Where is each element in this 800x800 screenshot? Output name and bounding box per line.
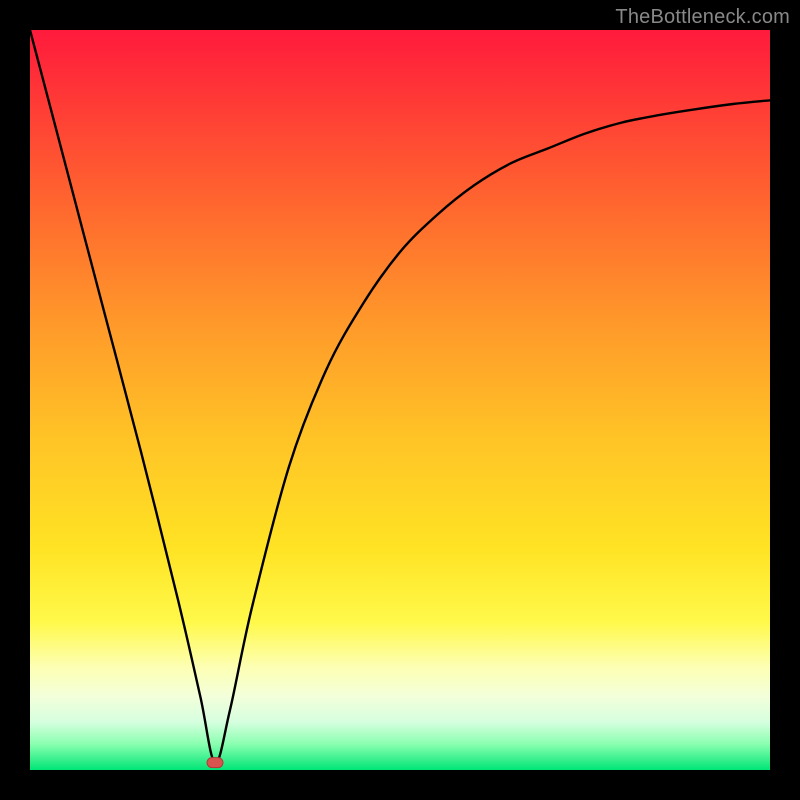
watermark-text: TheBottleneck.com xyxy=(615,6,790,29)
bottleneck-chart xyxy=(30,30,770,770)
optimal-point-marker xyxy=(207,758,223,768)
gradient-background xyxy=(30,30,770,770)
plot-area xyxy=(30,30,770,770)
chart-frame: TheBottleneck.com xyxy=(0,0,800,800)
